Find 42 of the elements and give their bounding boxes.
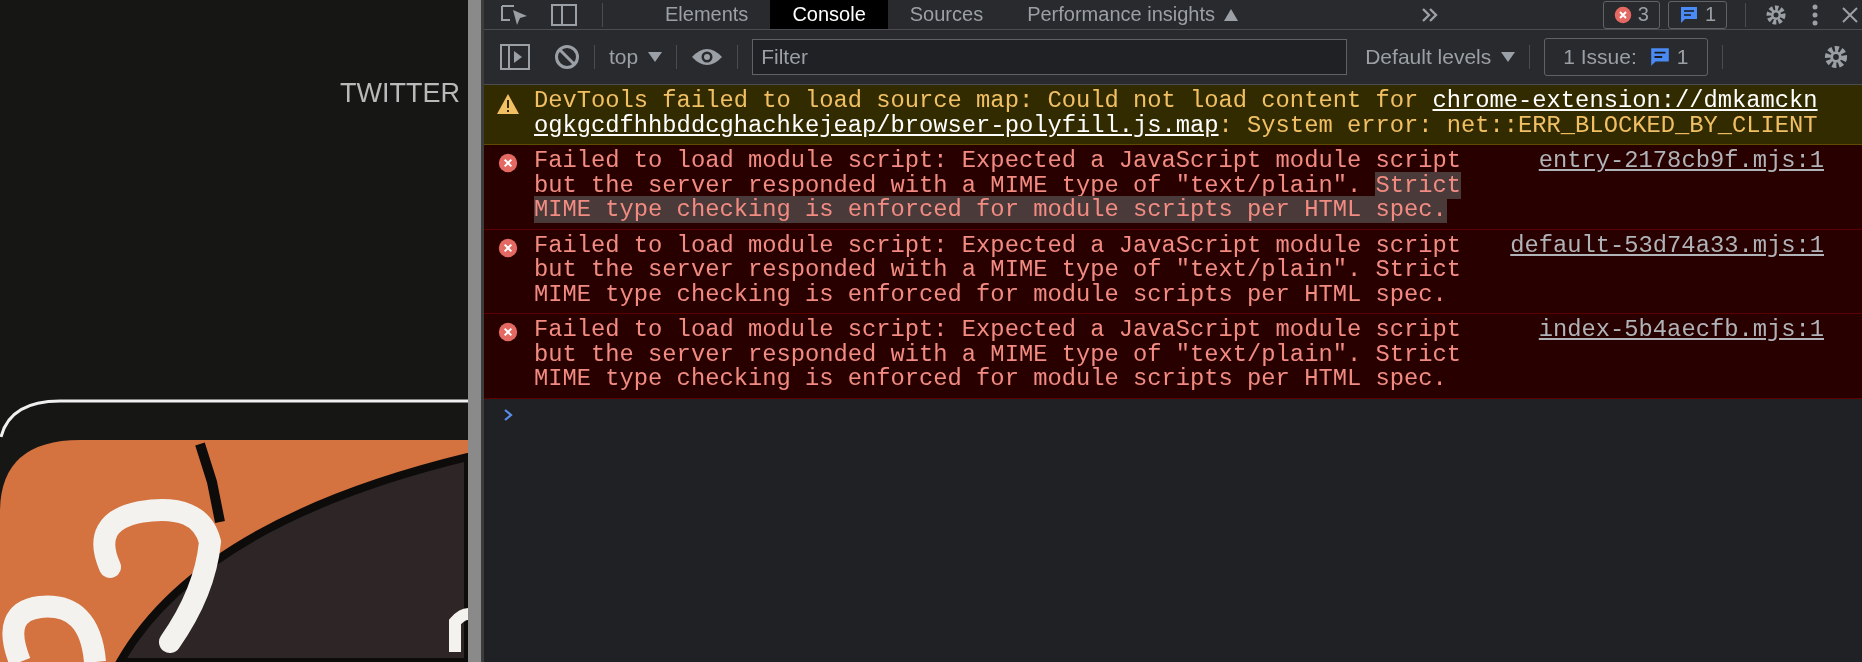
panel-tab[interactable]: Elements bbox=[643, 0, 771, 29]
issues-count: 1 bbox=[1676, 45, 1689, 69]
error-icon bbox=[498, 237, 518, 258]
close-icon[interactable] bbox=[1842, 6, 1858, 23]
more-options-icon[interactable] bbox=[1812, 3, 1818, 26]
error-icon bbox=[498, 153, 518, 173]
device-toolbar-icon[interactable] bbox=[550, 2, 578, 27]
message-icon bbox=[1648, 46, 1671, 68]
prompt-icon[interactable] bbox=[502, 406, 514, 423]
issue-count: 1 bbox=[1704, 3, 1716, 26]
nav-link[interactable]: TWITTER bbox=[340, 78, 460, 109]
error-icon bbox=[1613, 5, 1632, 24]
caret-icon bbox=[1501, 52, 1516, 62]
message-icon bbox=[1678, 4, 1699, 25]
clear-console-icon[interactable] bbox=[554, 44, 580, 70]
filter-field[interactable]: Filter bbox=[752, 39, 1348, 75]
settings-icon[interactable] bbox=[1822, 43, 1850, 71]
experiment-icon bbox=[1223, 7, 1239, 22]
message-text: Failed to load module script: Expected a JavaScript module script but the server responded with a MIME type of "text/plain". Strict MIME type checking is enforced for module scripts per HTML spec. bbox=[534, 233, 1462, 307]
source-link[interactable]: entry-2178cb9f.mjs:1 bbox=[1538, 149, 1824, 174]
panel-tab[interactable]: Console bbox=[770, 0, 888, 29]
issues-label: 1 Issue: bbox=[1563, 45, 1637, 69]
splitter-handle[interactable] bbox=[468, 0, 484, 662]
panel-tab[interactable]: Performance insights bbox=[1005, 0, 1261, 29]
eye-icon[interactable] bbox=[691, 47, 724, 67]
context-dropdown[interactable]: top bbox=[609, 45, 663, 69]
error-icon bbox=[498, 322, 518, 342]
caret-icon bbox=[648, 52, 663, 62]
more-tabs-icon[interactable] bbox=[1421, 6, 1439, 23]
error-count: 3 bbox=[1637, 3, 1649, 26]
message-text: DevTools failed to load source map: Could not load content for chrome-extension://dmkamcknogkgcdfhhbddcghachkejeap/browser-polyfill.js.map: System error: net::ERR_BLOCKED_BY_CLIENT bbox=[534, 89, 1819, 138]
error-count-badge[interactable]: 3 bbox=[1602, 0, 1660, 29]
warning-icon bbox=[496, 93, 520, 115]
source-link[interactable]: default-53d74a33.mjs:1 bbox=[1510, 233, 1824, 258]
issues-button[interactable]: 1 Issue: 1 bbox=[1544, 38, 1708, 76]
levels-dropdown[interactable]: Default levels bbox=[1365, 45, 1516, 69]
panel-tab[interactable]: Sources bbox=[887, 0, 1006, 29]
issue-count-badge[interactable]: 1 bbox=[1667, 0, 1727, 29]
message-text: Failed to load module script: Expected a JavaScript module script but the server responded with a MIME type of "text/plain". Strict MIME type checking is enforced for module scripts per HTML spec. bbox=[534, 149, 1463, 223]
source-link[interactable]: index-5b4aecfb.mjs:1 bbox=[1538, 318, 1824, 343]
sidebar-toggle-icon[interactable] bbox=[500, 44, 530, 70]
message-text: Failed to load module script: Expected a JavaScript module script but the server responded with a MIME type of "text/plain". Strict MIME type checking is enforced for module scripts per HTML spec. bbox=[534, 318, 1462, 392]
